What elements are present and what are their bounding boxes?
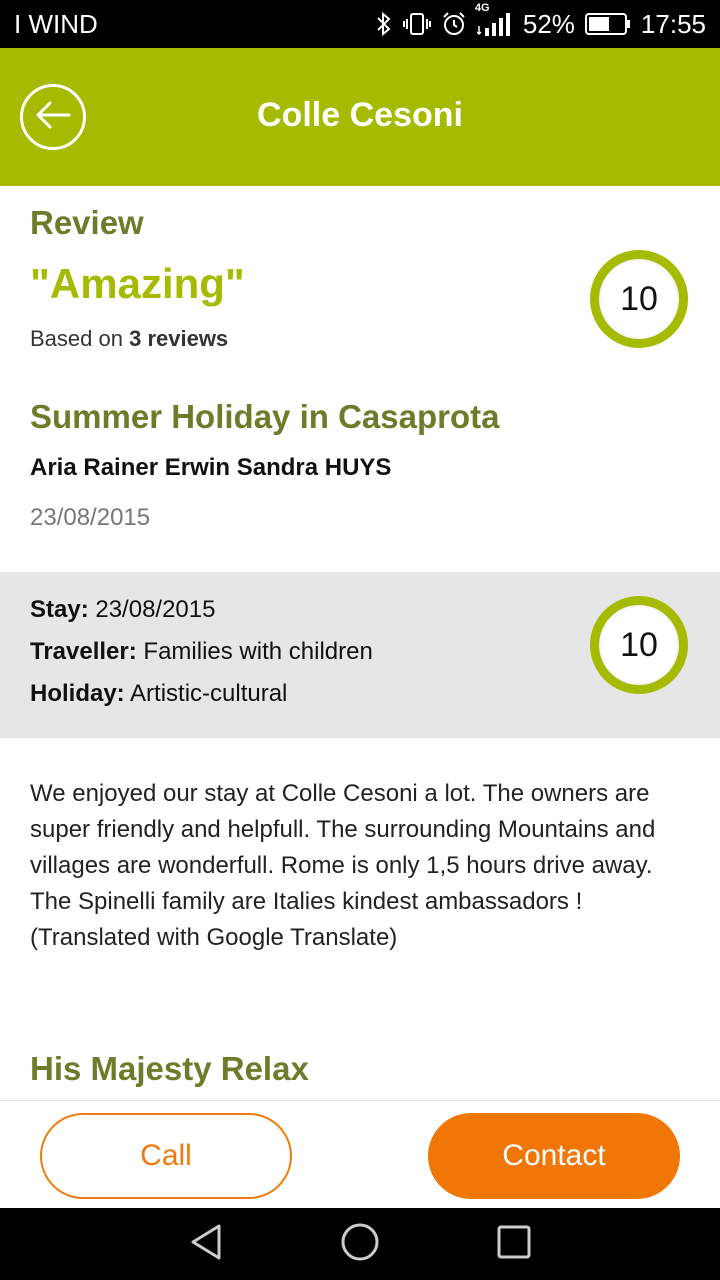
system-nav-bar [0,1208,720,1280]
translation-note: (Translated with Google Translate) [30,924,398,951]
overall-score: 10 [620,279,658,318]
status-bar: I WIND 4G 52% 17:55 [0,0,720,48]
summary-based-on: Based on 3 reviews [30,326,228,352]
call-button[interactable]: Call [40,1113,292,1199]
review-body-text: We enjoyed our stay at Colle Cesoni a lo… [30,780,656,915]
triangle-back-icon [188,1223,224,1266]
nav-recents-button[interactable] [492,1222,536,1266]
traveller-value: Families with children [143,638,373,665]
overall-score-badge: 10 [590,250,688,348]
bluetooth-icon [375,11,393,37]
circle-home-icon [340,1222,380,1267]
holiday-label: Holiday: [30,680,125,707]
status-icons: 4G 52% 17:55 [375,2,706,40]
reviews-content[interactable]: Review "Amazing" Based on 3 reviews 10 S… [0,186,720,1100]
review-text: We enjoyed our stay at Colle Cesoni a lo… [0,738,720,1038]
holiday-row: Holiday: Artistic-cultural [30,680,287,708]
review-date: 23/08/2015 [30,504,151,531]
stay-row: Stay: 23/08/2015 [30,596,215,624]
review-summary: Review "Amazing" Based on 3 reviews 10 [0,186,720,376]
summary-rating-title: "Amazing" [30,260,245,307]
holiday-value: Artistic-cultural [130,680,288,707]
app-header: Colle Cesoni [0,48,720,186]
battery-percent: 52% [522,8,575,39]
signal-icon: 4G [475,2,513,36]
clock: 17:55 [640,8,706,39]
battery-icon [584,12,631,36]
action-bar: Call Contact [0,1100,720,1208]
nav-back-button[interactable] [184,1222,228,1266]
traveller-row: Traveller: Families with children [30,638,373,666]
review-title: Summer Holiday in Casaprota [30,398,500,435]
network-type: 4G [474,2,490,14]
square-recents-icon [496,1224,532,1265]
page-title: Colle Cesoni [257,96,463,134]
summary-heading: Review [30,204,144,241]
traveller-label: Traveller: [30,638,137,665]
next-review-title: His Majesty Relax [30,1050,309,1087]
carrier-name: I WIND [14,8,98,39]
stay-label: Stay: [30,596,89,623]
nav-home-button[interactable] [338,1222,382,1266]
based-on-count: 3 reviews [129,326,229,351]
review-score: 10 [620,625,658,664]
review-header: Summer Holiday in Casaprota Aria Rainer … [0,376,720,572]
review-score-badge: 10 [590,596,688,694]
vibrate-icon [402,11,431,37]
contact-button[interactable]: Contact [428,1113,680,1199]
review-author: Aria Rainer Erwin Sandra HUYS [30,454,392,481]
stay-value: 23/08/2015 [95,596,216,623]
review-details-panel: Stay: 23/08/2015 Traveller: Families wit… [0,572,720,738]
based-on-prefix: Based on [30,326,123,351]
alarm-icon [441,11,467,37]
